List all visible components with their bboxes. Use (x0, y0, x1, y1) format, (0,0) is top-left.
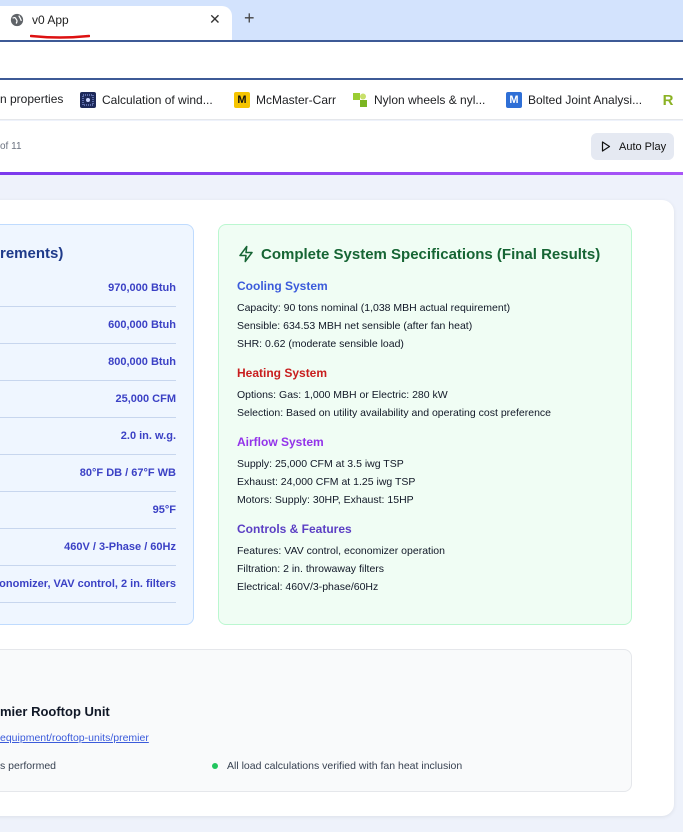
requirement-row: 25,000 CFM (0, 381, 176, 418)
requirement-value: 970,000 Btuh (108, 282, 176, 294)
tab-title: v0 App (32, 13, 69, 27)
specs-title-text: Complete System Specifications (Final Re… (261, 245, 601, 263)
close-tab-icon[interactable]: ✕ (209, 11, 221, 28)
bookmark-wind-calc[interactable]: Calculation of wind... (80, 92, 213, 108)
requirement-row: 970,000 Btuh (0, 270, 176, 307)
new-tab-icon[interactable]: + (244, 8, 255, 28)
requirement-value: onomizer, VAV control, 2 in. filters (0, 578, 176, 590)
progress-accent-line (0, 172, 683, 175)
requirement-value: 95°F (152, 504, 176, 516)
heating-line: Options: Gas: 1,000 MBH or Electric: 280… (237, 389, 448, 401)
bookmark-label: McMaster-Carr (256, 93, 336, 107)
wind-calc-icon (80, 92, 96, 108)
auto-play-label: Auto Play (619, 140, 667, 153)
requirement-row: 95°F (0, 492, 176, 529)
app-header: of 11 Auto Play (0, 121, 683, 173)
requirement-value: 460V / 3-Phase / 60Hz (64, 541, 176, 553)
requirement-row: 2.0 in. w.g. (0, 418, 176, 455)
heating-line: Selection: Based on utility availability… (237, 407, 552, 419)
requirement-row: 800,000 Btuh (0, 344, 176, 381)
controls-line: Features: VAV control, economizer operat… (237, 545, 445, 557)
red-underline-annotation (30, 34, 90, 39)
controls-line: Filtration: 2 in. throwaway filters (237, 563, 385, 575)
cooling-line: Sensible: 634.53 MBH net sensible (after… (237, 320, 473, 332)
bookmark-label: Bolted Joint Analysi... (528, 93, 643, 107)
bookmark-mcmaster[interactable]: M McMaster-Carr (234, 92, 336, 108)
unit-link[interactable]: equipment/rooftop-units/premier (0, 732, 149, 744)
mcmaster-icon: M (234, 92, 250, 108)
r-icon: R (662, 91, 674, 109)
globe-icon (10, 13, 24, 27)
airflow-heading: Airflow System (237, 435, 324, 449)
auto-play-button[interactable]: Auto Play (591, 133, 674, 160)
bolted-joint-icon: M (506, 92, 522, 108)
cooling-line: Capacity: 90 tons nominal (1,038 MBH act… (237, 302, 511, 314)
cooling-line: SHR: 0.62 (moderate sensible load) (237, 338, 404, 350)
airflow-line: Motors: Supply: 30HP, Exhaust: 15HP (237, 494, 414, 506)
requirement-value: 2.0 in. w.g. (120, 430, 176, 442)
airflow-line: Exhaust: 24,000 CFM at 1.25 iwg TSP (237, 476, 416, 488)
verification-note: s performed (0, 760, 57, 772)
requirement-row: 600,000 Btuh (0, 307, 176, 344)
requirement-value: 25,000 CFM (115, 393, 176, 405)
unit-title: mier Rooftop Unit (0, 704, 110, 719)
specs-title: Complete System Specifications (Final Re… (237, 245, 600, 263)
heating-heading: Heating System (237, 366, 328, 380)
requirements-title: rements) (0, 245, 64, 262)
nylon-wheels-icon (352, 92, 368, 108)
requirement-value: 80°F DB / 67°F WB (79, 467, 176, 479)
address-bar[interactable] (0, 40, 683, 80)
bookmark-label: Nylon wheels & nyl... (374, 93, 486, 107)
bookmark-r[interactable]: R (660, 91, 682, 109)
requirement-row: 80°F DB / 67°F WB (0, 455, 176, 492)
verification-note: All load calculations verified with fan … (227, 760, 463, 772)
requirement-value: 800,000 Btuh (108, 356, 176, 368)
play-icon (601, 141, 611, 152)
requirement-row: 460V / 3-Phase / 60Hz (0, 529, 176, 566)
bookmark-label: Calculation of wind... (102, 93, 213, 107)
status-dot-icon (212, 763, 218, 769)
controls-line: Electrical: 460V/3-phase/60Hz (237, 581, 379, 593)
lightning-icon (239, 245, 253, 263)
cooling-heading: Cooling System (237, 279, 328, 293)
bookmark-bolted-joint[interactable]: M Bolted Joint Analysi... (506, 92, 642, 108)
browser-tab[interactable]: v0 App ✕ (0, 6, 232, 40)
bookmark-label: n properties (0, 92, 64, 106)
bookmark-nylon-wheels[interactable]: Nylon wheels & nyl... (352, 92, 485, 108)
system-specifications-panel: Complete System Specifications (Final Re… (218, 224, 632, 625)
airflow-line: Supply: 25,000 CFM at 3.5 iwg TSP (237, 458, 404, 470)
requirement-value: 600,000 Btuh (108, 319, 176, 331)
controls-heading: Controls & Features (237, 522, 352, 536)
bookmark-properties[interactable]: n properties (0, 92, 63, 106)
step-counter: of 11 (0, 141, 22, 152)
requirement-row: onomizer, VAV control, 2 in. filters (0, 566, 176, 603)
browser-tab-strip: v0 App ✕ + (0, 0, 683, 40)
bookmarks-bar: n properties Calculation of wind... M Mc… (0, 80, 683, 120)
